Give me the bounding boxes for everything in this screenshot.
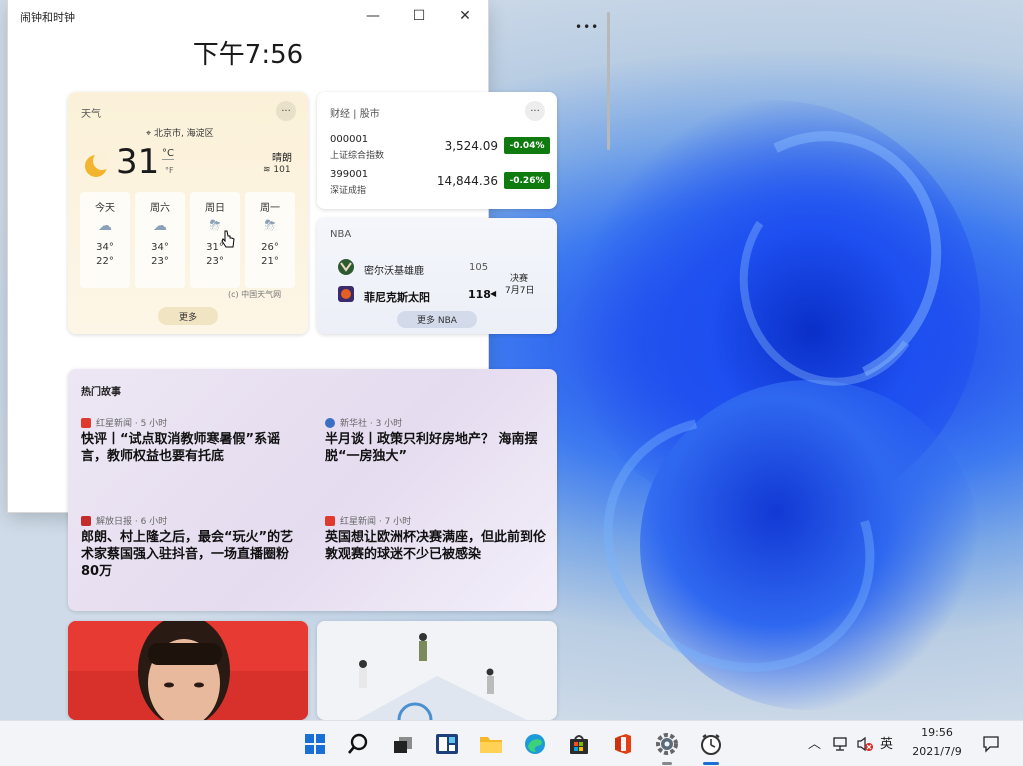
window-title: 闹钟和时钟 [20, 11, 75, 24]
forecast-day-name: 今天 [95, 203, 115, 214]
scrollbar[interactable] [607, 12, 610, 150]
mouse-cursor-icon [221, 230, 235, 248]
person-photo [68, 621, 308, 720]
network-icon[interactable] [832, 736, 848, 752]
weather-location: ⌖ 北京市, 海淀区 [146, 129, 214, 139]
clock-time: 下午7:56 [192, 40, 304, 70]
task-view-icon[interactable] [390, 731, 416, 757]
hongxing-news-icon [81, 417, 91, 428]
taskbar-time[interactable]: 19:56 [908, 726, 966, 739]
air-quality: ≋ 101 [263, 165, 291, 175]
weather-source: (c) 中国天气网 [228, 290, 282, 299]
weather-more-button[interactable]: ··· [276, 101, 296, 121]
team1-score: 105 [469, 262, 489, 273]
game-date: 7月7日 [505, 286, 535, 296]
news-headline[interactable]: 英国想让欧洲杯决赛满座，但此前到伦敦观赛的球迷不少已被感染 [325, 529, 550, 563]
news-image-card[interactable] [317, 621, 557, 720]
forecast-day[interactable]: 周一 ⛈ 26° 21° [245, 192, 295, 288]
stock-row[interactable]: 399001 深证成指 14,844.36 -0.26% [330, 169, 550, 199]
stock-change-badge: -0.04% [504, 137, 550, 154]
weather-widget[interactable]: 天气 ··· ⌖ 北京市, 海淀区 31 °C °F 晴朗 ≋ 101 今天 ☁… [68, 92, 308, 334]
stock-name: 深证成指 [330, 186, 367, 196]
forecast-day[interactable]: 周六 ☁ 34° 23° [135, 192, 185, 288]
forecast-day-name: 周一 [260, 203, 280, 214]
widgets-icon[interactable] [434, 731, 460, 757]
team1-name: 密尔沃基雄鹿 [364, 266, 424, 277]
thunderstorm-icon: ⛈ [264, 218, 276, 234]
show-hidden-icons-icon[interactable]: ︿ [808, 733, 821, 752]
cloudy-icon: ☁ [98, 218, 112, 234]
forecast-high: 26° [261, 242, 279, 253]
office-icon[interactable] [610, 731, 636, 757]
edge-icon[interactable] [522, 731, 548, 757]
nba-title: NBA [330, 229, 352, 240]
news-headline[interactable]: 快评丨“试点取消教师寒暑假”系谣言，教师权益也要有托底 [81, 431, 306, 465]
file-explorer-icon[interactable] [478, 731, 504, 757]
stock-code: 399001 [330, 169, 369, 180]
top-stories-widget: 热门故事 红星新闻 · 5 小时 快评丨“试点取消教师寒暑假”系谣言，教师权益也… [68, 369, 557, 611]
minimize-button[interactable]: — [350, 0, 396, 32]
stock-code: 000001 [330, 134, 369, 145]
moon-icon [85, 152, 110, 177]
nba-widget[interactable]: NBA 密尔沃基雄鹿 105 菲尼克斯太阳 118 ◀ 决赛 7月7日 更多 N… [317, 218, 557, 334]
unit-fahrenheit-toggle[interactable]: °F [165, 166, 174, 175]
news-headline[interactable]: 半月谈丨政策只利好房地产？ 海南摆脱“一房独大” [325, 431, 550, 465]
team2-score: 118 [468, 288, 491, 301]
weather-more-link[interactable]: 更多 [158, 307, 218, 325]
forecast-day[interactable]: 今天 ☁ 34° 22° [80, 192, 130, 288]
stocks-title: 财经 | 股市 [330, 109, 380, 120]
stock-name: 上证综合指数 [330, 151, 385, 161]
xinhua-icon [325, 417, 335, 428]
suns-logo-icon [338, 286, 354, 302]
start-icon[interactable] [302, 731, 328, 757]
maximize-button[interactable]: ☐ [396, 0, 442, 32]
forecast-low: 23° [206, 256, 224, 267]
unit-celsius-toggle[interactable]: °C [162, 148, 174, 160]
input-method-indicator[interactable]: 英 [880, 733, 893, 752]
taskbar-date[interactable]: 2021/7/9 [904, 745, 970, 758]
weather-title: 天气 [81, 109, 101, 120]
weather-condition: 晴朗 [272, 153, 292, 164]
volume-muted-icon[interactable] [856, 736, 874, 752]
business-figures-photo [317, 621, 557, 720]
forecast-low: 22° [96, 256, 114, 267]
forecast-high: 34° [96, 242, 114, 253]
settings-icon[interactable] [654, 731, 680, 757]
jiefang-daily-icon [81, 515, 91, 526]
nba-more-link[interactable]: 更多 NBA [397, 311, 477, 328]
news-source: 红星新闻 · 5 小时 [81, 416, 167, 429]
top-stories-title: 热门故事 [81, 387, 121, 398]
store-icon[interactable] [566, 731, 592, 757]
hongxing-news-icon [325, 515, 335, 526]
stocks-widget[interactable]: 财经 | 股市 ··· 000001 上证综合指数 3,524.09 -0.04… [317, 92, 557, 209]
forecast-low: 21° [261, 256, 279, 267]
winner-arrow-icon: ◀ [490, 289, 497, 298]
air-quality-icon: ≋ [263, 165, 274, 175]
taskbar: ︿ 英 19:56 2021/7/9 [0, 720, 1023, 766]
stock-row[interactable]: 000001 上证综合指数 3,524.09 -0.04% [330, 134, 550, 164]
team2-name: 菲尼克斯太阳 [364, 291, 430, 304]
stocks-more-button[interactable]: ··· [525, 101, 545, 121]
bucks-logo-icon [338, 259, 354, 275]
notification-icon[interactable] [982, 735, 1000, 753]
news-headline[interactable]: 郎朗、村上隆之后，最会“玩火”的艺术家蔡国强入驻抖音，一场直播圈粉80万 [81, 529, 306, 580]
forecast-day-name: 周日 [205, 203, 225, 214]
close-button[interactable]: ✕ [442, 0, 488, 32]
stock-value: 14,844.36 [436, 174, 498, 188]
forecast-high: 34° [151, 242, 169, 253]
stock-change-badge: -0.26% [504, 172, 550, 189]
news-source: 新华社 · 3 小时 [325, 416, 402, 429]
stock-value: 3,524.09 [444, 139, 498, 153]
desktop-more-icon[interactable]: ••• [575, 20, 599, 34]
cloudy-icon: ☁ [153, 218, 167, 234]
forecast-day-name: 周六 [150, 203, 170, 214]
clock-app-icon[interactable] [698, 731, 724, 757]
current-temperature: 31 [116, 142, 160, 182]
location-pin-icon: ⌖ [146, 129, 154, 139]
news-source: 红星新闻 · 7 小时 [325, 514, 411, 527]
news-image-card[interactable] [68, 621, 308, 720]
forecast-low: 23° [151, 256, 169, 267]
news-source: 解放日报 · 6 小时 [81, 514, 167, 527]
search-icon[interactable] [346, 731, 372, 757]
